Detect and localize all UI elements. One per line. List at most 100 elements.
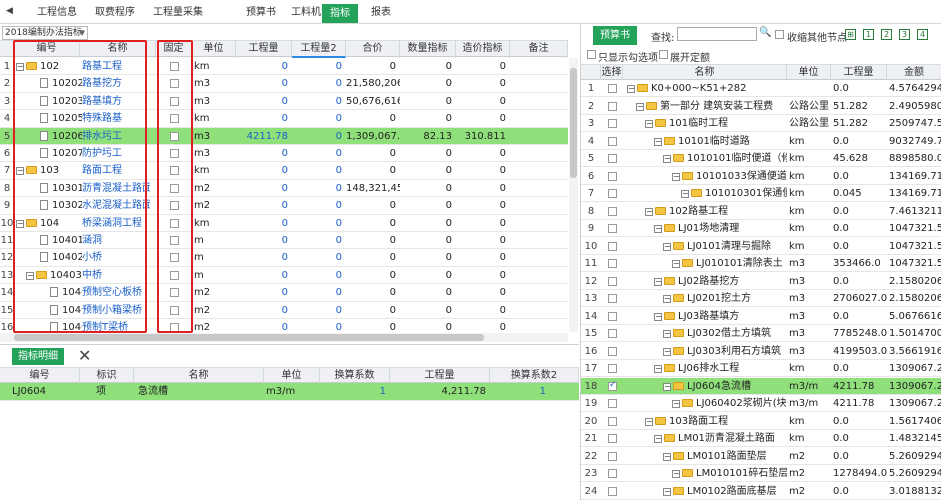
tab-budget[interactable]: 预算书 [243,5,279,21]
budget-row[interactable]: 22 − LM0101路面垫层 m2 0.05.2609294... [581,448,941,465]
indicator-filter-select[interactable]: 2018编制办法指标 ▼ [2,26,88,40]
select-checkbox[interactable] [608,346,617,356]
row-qty[interactable]: 0 [236,249,292,266]
detail-factor2[interactable]: 1 [490,383,550,400]
left-scrollbar[interactable] [569,58,578,332]
select-checkbox[interactable] [608,224,617,233]
budget-header-amount[interactable]: 金额 [887,65,941,80]
row-qty2[interactable]: 0 [292,93,346,110]
row-qty[interactable]: 4211.78 [833,378,887,395]
collapse-toggle-icon[interactable]: − [654,365,662,373]
budget-row[interactable]: 13 − LJ0201挖土方 m3 2706027.02.1580206... [581,290,941,308]
select-checkbox[interactable] [608,416,617,426]
budget-row[interactable]: 5 − 1010101临时便道（修建、km 45.6288898580.0... [581,150,941,168]
select-checkbox[interactable] [608,119,617,128]
row-qty[interactable]: 0 [236,319,292,332]
tab-quantity-collect[interactable]: 工程量采集 [150,5,206,21]
tab-fee-program[interactable]: 取费程序 [92,5,138,21]
budget-row[interactable]: 12 − LJ02路基挖方 m3 0.02.1580206... [581,273,941,290]
row-qty2[interactable]: 0 [292,197,346,214]
row-qty[interactable]: 1278494.0 [833,465,887,482]
select-checkbox[interactable] [608,434,617,443]
collapse-toggle-icon[interactable]: − [654,225,662,233]
budget-row[interactable]: 1 − K0+000~K51+282 0.04.5764294... [581,80,941,98]
budget-row[interactable]: 2 − 第一部分 建筑安装工程费 公路公里 51.2822.4905980... [581,98,941,115]
budget-row[interactable]: 7 − 101010301保通便道（修km 0.045134169.717 [581,185,941,203]
collapse-other-checkbox[interactable] [775,30,784,39]
select-checkbox[interactable] [608,171,617,181]
select-checkbox[interactable] [608,486,617,496]
select-checkbox[interactable] [608,206,617,216]
collapse-chevron-icon[interactable]: ◀ [6,6,13,16]
detail-factor[interactable]: 1 [320,383,390,400]
select-checkbox[interactable] [608,189,617,198]
budget-row[interactable]: 4 − 10101临时道路 km 0.09032749.7... [581,133,941,150]
select-checkbox[interactable] [608,364,617,373]
detail-header-unit[interactable]: 单位 [264,368,320,383]
row-qty[interactable]: 0.0 [833,448,887,465]
row-qty2[interactable]: 0 [292,319,346,332]
collapse-toggle-icon[interactable]: − [672,400,680,408]
row-qty2[interactable]: 0 [292,215,346,232]
collapse-toggle-icon[interactable]: − [645,120,653,128]
collapse-toggle-icon[interactable]: − [663,330,671,338]
select-checkbox[interactable] [608,451,617,461]
header-qty[interactable]: 工程量 [236,41,292,58]
collapse-toggle-icon[interactable]: − [672,470,680,478]
row-qty[interactable]: 4211.78 [236,128,292,145]
row-qty2[interactable]: 0 [292,145,346,162]
only-checked-checkbox[interactable] [587,50,596,59]
row-qty2[interactable]: 0 [292,284,346,301]
row-qty[interactable]: 51.282 [833,98,887,115]
collapse-toggle-icon[interactable]: − [663,347,671,356]
budget-row[interactable]: 3 − 101临时工程 公路公里 51.2822509747.5... [581,115,941,133]
select-checkbox[interactable] [608,101,617,111]
budget-row[interactable]: 18 − LJ0604急流槽 m3/m 4211.781309067.2... [581,377,941,395]
budget-row[interactable]: 16 − LJ0303利用石方填筑 m3 4199503.03.5661916... [581,343,941,360]
budget-row[interactable]: 9 − LJ01场地清理 km 0.01047321.5... [581,220,941,238]
header-qty2[interactable]: 工程量2 [292,41,346,58]
collapse-toggle-icon[interactable]: − [663,295,671,303]
budget-header-select[interactable]: 选择 [601,65,623,80]
collapse-toggle-icon[interactable]: − [654,137,662,146]
collapse-toggle-icon[interactable]: − [654,312,662,321]
left-hscrollbar-thumb[interactable] [14,334,484,341]
level-1-button[interactable]: 1 [863,29,874,40]
row-qty2[interactable]: 0 [292,128,346,145]
select-checkbox[interactable] [608,469,617,478]
budget-row[interactable]: 10 − LJ0101清理与掘除 km 0.01047321.5... [581,238,941,255]
row-qty[interactable]: 0 [236,232,292,249]
row-qty[interactable]: 0 [236,93,292,110]
expand-all-icon[interactable]: ⊞ [845,29,856,40]
collapse-toggle-icon[interactable]: − [654,277,662,286]
row-qty[interactable]: 0.0 [833,360,887,377]
row-qty[interactable]: 0.045 [833,185,887,202]
header-cost-index[interactable]: 造价指标 [456,41,510,58]
expand-quota-checkbox[interactable] [659,50,668,59]
row-qty2[interactable]: 0 [292,75,346,92]
detail-header-factor[interactable]: 换算系数 [320,368,390,383]
budget-row[interactable]: 23 − LM010101碎石垫层m2 1278494.05.2609294... [581,465,941,483]
header-qty-index[interactable]: 数量指标 [400,41,456,58]
budget-row[interactable]: 19 − LJ060402浆砌片(块)石急m3/m 4211.781309067.2.… [581,395,941,413]
collapse-toggle-icon[interactable]: − [663,452,671,461]
collapse-toggle-icon[interactable]: − [672,172,680,181]
level-4-button[interactable]: 4 [917,29,928,40]
level-2-button[interactable]: 2 [881,29,892,40]
row-qty2[interactable]: 0 [292,232,346,249]
row-qty[interactable]: 0.0 [833,203,887,220]
level-3-button[interactable]: 3 [899,29,910,40]
budget-row[interactable]: 20 − 103路面工程 km 0.01.5617406... [581,413,941,430]
collapse-toggle-icon[interactable]: − [663,155,671,163]
row-qty[interactable]: 4199503.0 [833,343,887,360]
search-icon[interactable]: 🔍 [759,27,771,38]
collapse-toggle-icon[interactable]: − [663,487,671,496]
detail-header-code[interactable]: 编号 [0,368,80,383]
tab-project-info[interactable]: 工程信息 [34,5,80,21]
row-qty[interactable]: 0 [236,284,292,301]
budget-header-qty[interactable]: 工程量 [831,65,887,80]
tab-indicators[interactable]: 指标 [322,4,358,23]
row-qty2[interactable]: 0 [292,180,346,197]
collapse-toggle-icon[interactable]: − [672,260,680,268]
row-qty[interactable]: 0.0 [833,220,887,237]
